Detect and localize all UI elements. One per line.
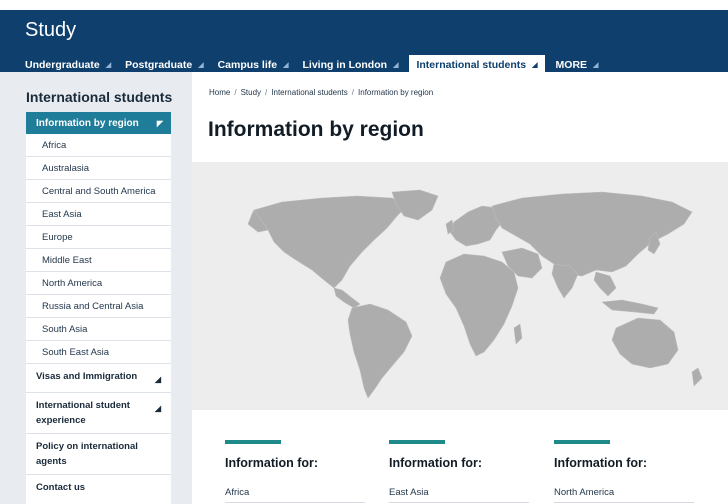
sidebar-item-australasia[interactable]: Australasia bbox=[26, 157, 171, 180]
page-title: Information by region bbox=[208, 118, 424, 141]
sidebar-item-middle-east[interactable]: Middle East bbox=[26, 249, 171, 272]
site-header: Study Undergraduate ◢ Postgraduate ◢ Campu… bbox=[0, 10, 728, 75]
sidebar-item-south-asia[interactable]: South Asia bbox=[26, 318, 171, 341]
info-accent-bar bbox=[225, 440, 281, 444]
triangle-down-right-icon: ◢ bbox=[105, 62, 112, 69]
sidebar-item-south-east-asia[interactable]: South East Asia bbox=[26, 341, 171, 364]
sidebar-section-agents-policy[interactable]: Policy on international agents bbox=[26, 434, 171, 475]
nav-label: MORE bbox=[555, 59, 588, 71]
nav-living-in-london[interactable]: Living in London ◢ bbox=[295, 55, 405, 75]
breadcrumb-separator: / bbox=[265, 88, 268, 97]
breadcrumb-separator: / bbox=[351, 88, 355, 97]
sidebar-next-block bbox=[26, 496, 171, 504]
nav-international-students[interactable]: International students ◢ bbox=[409, 55, 545, 75]
breadcrumb-home[interactable]: Home bbox=[209, 88, 230, 97]
triangle-down-right-icon: ◢ bbox=[532, 62, 538, 69]
sidebar-section-label: Contact us bbox=[36, 482, 86, 493]
breadcrumb-separator: / bbox=[234, 88, 237, 97]
sidebar-item-east-asia[interactable]: East Asia bbox=[26, 203, 171, 226]
nav-label: Living in London bbox=[302, 59, 388, 71]
info-accent-bar bbox=[554, 440, 610, 444]
info-link-north-america[interactable]: North America bbox=[554, 487, 694, 498]
sidebar-item-central-south-america[interactable]: Central and South America bbox=[26, 180, 171, 203]
breadcrumb-study[interactable]: Study bbox=[241, 88, 261, 97]
info-divider bbox=[225, 502, 365, 503]
map-region-australia bbox=[611, 317, 679, 369]
triangle-down-right-icon: ◢ bbox=[283, 62, 289, 69]
sidebar-section-label: Policy on international agents bbox=[36, 441, 138, 467]
sidebar-title: International students bbox=[26, 89, 173, 105]
nav-label: Campus life bbox=[217, 59, 278, 71]
sidebar-section-visas[interactable]: Visas and Immigration ◢ bbox=[26, 364, 171, 393]
triangle-down-right-icon: ◢ bbox=[198, 62, 204, 69]
breadcrumb: Home / Study / International students / Inf… bbox=[209, 88, 433, 97]
sidebar-item-africa[interactable]: Africa bbox=[26, 134, 171, 157]
sidebar-section-label: International student experience bbox=[36, 400, 130, 426]
world-map[interactable] bbox=[192, 162, 728, 410]
sidebar-item-russia-central-asia[interactable]: Russia and Central Asia bbox=[26, 295, 171, 318]
nav-more[interactable]: MORE ◢ bbox=[549, 55, 606, 75]
expand-triangle-icon: ◢ bbox=[154, 375, 161, 384]
sidebar-section-label: Visas and Immigration bbox=[36, 371, 138, 382]
info-divider bbox=[554, 502, 694, 503]
sidebar-section-student-experience[interactable]: International student experience ◢ bbox=[26, 393, 171, 434]
nav-label: International students bbox=[416, 59, 527, 71]
triangle-down-right-icon: ◢ bbox=[593, 62, 599, 69]
expand-triangle-icon: ◢ bbox=[154, 404, 161, 413]
sidebar-item-information-by-region[interactable]: Information by region ◤ bbox=[26, 112, 171, 134]
info-link-east-asia[interactable]: East Asia bbox=[389, 487, 529, 498]
map-region-south-east-asia bbox=[593, 271, 617, 297]
breadcrumb-international-students[interactable]: International students bbox=[271, 88, 348, 97]
world-map-panel bbox=[192, 162, 728, 410]
info-accent-bar bbox=[389, 440, 445, 444]
info-column-africa: Information for: Africa bbox=[225, 440, 365, 503]
map-region-indonesia bbox=[601, 299, 659, 315]
info-heading: Information for: bbox=[554, 456, 648, 470]
info-heading: Information for: bbox=[225, 456, 319, 470]
map-region-madagascar bbox=[513, 323, 523, 345]
map-region-africa bbox=[439, 253, 519, 357]
sidebar-item-north-america[interactable]: North America bbox=[26, 272, 171, 295]
info-column-east-asia: Information for: East Asia bbox=[389, 440, 529, 503]
top-strip bbox=[0, 0, 728, 10]
map-region-new-zealand bbox=[691, 367, 703, 387]
nav-label: Postgraduate bbox=[125, 59, 193, 71]
triangle-down-right-icon: ◢ bbox=[393, 62, 399, 69]
sidebar-menu: Information by region ◤ Africa Australas… bbox=[26, 112, 171, 501]
sidebar-item-europe[interactable]: Europe bbox=[26, 226, 171, 249]
map-region-central-america bbox=[333, 287, 361, 309]
map-region-south-america bbox=[347, 303, 413, 399]
map-region-greenland bbox=[391, 189, 439, 221]
breadcrumb-current: Information by region bbox=[358, 88, 434, 97]
info-column-north-america: Information for: North America bbox=[554, 440, 694, 503]
info-divider bbox=[389, 502, 529, 503]
triangle-down-right-icon: ◤ bbox=[156, 118, 163, 128]
site-title[interactable]: Study bbox=[25, 19, 76, 42]
sidebar-item-label: Information by region bbox=[36, 117, 139, 129]
info-heading: Information for: bbox=[389, 456, 483, 470]
nav-label: Undergraduate bbox=[25, 59, 100, 71]
nav-campus-life[interactable]: Campus life ◢ bbox=[211, 55, 296, 75]
map-region-north-america bbox=[253, 195, 408, 289]
info-link-africa[interactable]: Africa bbox=[225, 487, 365, 498]
